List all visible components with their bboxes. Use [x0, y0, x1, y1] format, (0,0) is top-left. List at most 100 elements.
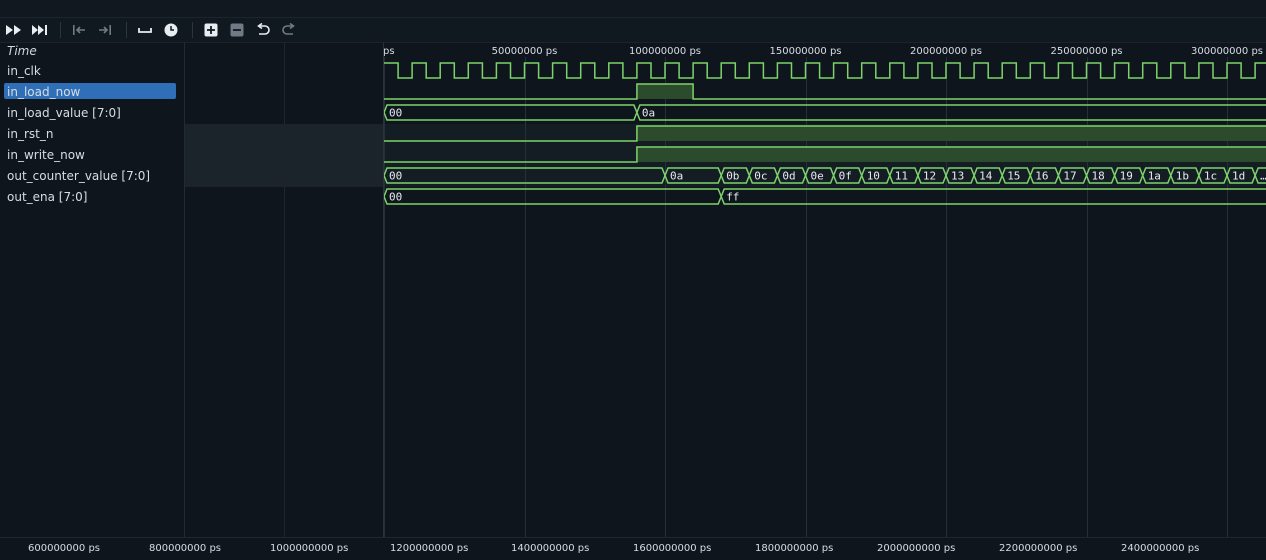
overview-tick: 2200000000 ps	[999, 543, 1078, 554]
spacer-icon	[138, 28, 152, 33]
overview-timeline[interactable]: 600000000 ps 800000000 ps 1000000000 ps …	[0, 537, 1266, 560]
bus-value-label: 0c	[754, 170, 767, 183]
time-tick-label: 0 ps	[384, 46, 395, 57]
time-tick-label: 50000000 ps	[492, 46, 558, 57]
bus-value-label: 1a	[1148, 170, 1161, 183]
zoom-fit-button[interactable]	[3, 21, 25, 39]
wave-in-load-value: 00 0a	[384, 104, 1266, 121]
plus-icon	[204, 23, 218, 37]
bus-segment	[384, 188, 723, 205]
bus-value-label: 18	[1092, 170, 1105, 183]
remove-button[interactable]	[226, 21, 248, 39]
undo-icon	[257, 23, 270, 35]
next-transition-icon	[99, 25, 111, 35]
signal-label: in_load_value [7:0]	[7, 106, 121, 120]
bus-value-label: 1c	[1204, 170, 1217, 183]
overview-tick: 1000000000 ps	[270, 543, 349, 554]
waveform-canvas[interactable]: 0 ps 50000000 ps 100000000 ps 150000000 ps 2…	[384, 43, 1266, 537]
bus-segment	[720, 188, 1266, 205]
bus-value-label: 0a	[670, 170, 683, 183]
bus-value-label: 15	[1007, 170, 1020, 183]
signal-row-in-load-value[interactable]: in_load_value [7:0]	[0, 103, 184, 124]
signal-name-panel: Time in_clk in_load_now in_load_value [7…	[0, 43, 185, 537]
bus-value-label: 00	[389, 191, 402, 204]
overview-tick: 1200000000 ps	[390, 543, 469, 554]
bus-value-label: …	[1260, 170, 1266, 183]
toolbar-separator	[60, 22, 61, 38]
bus-value-label: 17	[1063, 170, 1076, 183]
time-tick-label: 150000000 ps	[770, 46, 842, 57]
toolbar-separator	[126, 22, 127, 38]
signal-value-panel	[185, 43, 384, 537]
signal-row-in-clk[interactable]: in_clk	[0, 61, 184, 82]
clock-wave-in-clk	[384, 62, 1266, 79]
bus-value-label: 0d	[782, 170, 795, 183]
fast-forward-icon	[6, 25, 21, 35]
skip-end-icon	[32, 25, 47, 35]
bus-value-label: 11	[895, 170, 908, 183]
undo-button[interactable]	[252, 21, 274, 39]
wave-in-write-now-fill	[636, 147, 1266, 162]
window-top-strip	[0, 0, 1266, 18]
bus-value-label: 0a	[642, 107, 655, 120]
overview-tick: 600000000 ps	[28, 543, 100, 554]
bus-value-label: 0b	[726, 170, 739, 183]
bus-value-label: 19	[1120, 170, 1133, 183]
bus-segment	[384, 104, 638, 121]
redo-button[interactable]	[278, 21, 300, 39]
time-tick-label: 250000000 ps	[1051, 46, 1123, 57]
signal-label: out_ena [7:0]	[7, 190, 88, 204]
wave-in-load-now	[384, 83, 1266, 100]
time-tick-label: 100000000 ps	[629, 46, 701, 57]
wave-out-ena: 00 ff	[384, 188, 1266, 205]
prev-transition-icon	[73, 25, 85, 35]
time-cursor-button[interactable]	[160, 21, 182, 39]
overview-tick: 2400000000 ps	[1121, 543, 1200, 554]
bus-value-label: 14	[979, 170, 993, 183]
value-panel-canvas	[185, 43, 383, 537]
minus-icon	[230, 23, 244, 37]
next-transition-button[interactable]	[94, 21, 116, 39]
bus-value-label: 1d	[1232, 170, 1245, 183]
bus-value-label: 0e	[811, 170, 824, 183]
wave-in-load-now-fill	[636, 84, 694, 99]
wave-in-rst-n-fill	[636, 126, 1266, 141]
bus-value-label: 00	[389, 107, 402, 120]
bus-value-label: ff	[726, 191, 739, 204]
bus-value-label: 00	[389, 170, 402, 183]
time-tick-label: 200000000 ps	[910, 46, 982, 57]
signal-row-in-write-now[interactable]: in_write_now	[0, 145, 184, 166]
overview-tick: 1600000000 ps	[633, 543, 712, 554]
signal-label: in_clk	[7, 64, 41, 78]
overview-tick: 2000000000 ps	[877, 543, 956, 554]
toolbar	[0, 18, 1266, 43]
clock-icon	[164, 23, 178, 37]
bus-segment	[636, 104, 1266, 121]
bus-value-label: 16	[1035, 170, 1048, 183]
add-button[interactable]	[200, 21, 222, 39]
waveform-svg: 0 ps 50000000 ps 100000000 ps 150000000 ps 2…	[384, 46, 1266, 537]
overview-tick: 1800000000 ps	[755, 543, 834, 554]
signal-label: out_counter_value [7:0]	[7, 169, 151, 183]
signal-row-out-counter-value[interactable]: out_counter_value [7:0]	[0, 166, 184, 187]
redo-icon	[282, 23, 295, 35]
signal-label: in_rst_n	[7, 127, 54, 141]
signal-row-in-load-now[interactable]: in_load_now	[0, 82, 184, 103]
bus-value-label: 0f	[839, 170, 852, 183]
toolbar-separator	[192, 22, 193, 38]
prev-transition-button[interactable]	[68, 21, 90, 39]
signal-label: in_load_now	[7, 85, 81, 99]
signal-row-in-rst-n[interactable]: in_rst_n	[0, 124, 184, 145]
time-header: Time	[7, 44, 37, 58]
overview-tick: 800000000 ps	[149, 543, 221, 554]
bus-value-label: 10	[867, 170, 880, 183]
insert-spacer-button[interactable]	[134, 21, 156, 39]
signal-label: in_write_now	[7, 148, 85, 162]
overview-tick: 1400000000 ps	[511, 543, 590, 554]
goto-end-button[interactable]	[29, 21, 51, 39]
bus-value-label: 1b	[1176, 170, 1189, 183]
signal-row-out-ena[interactable]: out_ena [7:0]	[0, 187, 184, 208]
bus-value-label: 12	[923, 170, 936, 183]
time-tick-label: 300000000 ps	[1191, 46, 1263, 57]
bus-value-label: 13	[951, 170, 964, 183]
